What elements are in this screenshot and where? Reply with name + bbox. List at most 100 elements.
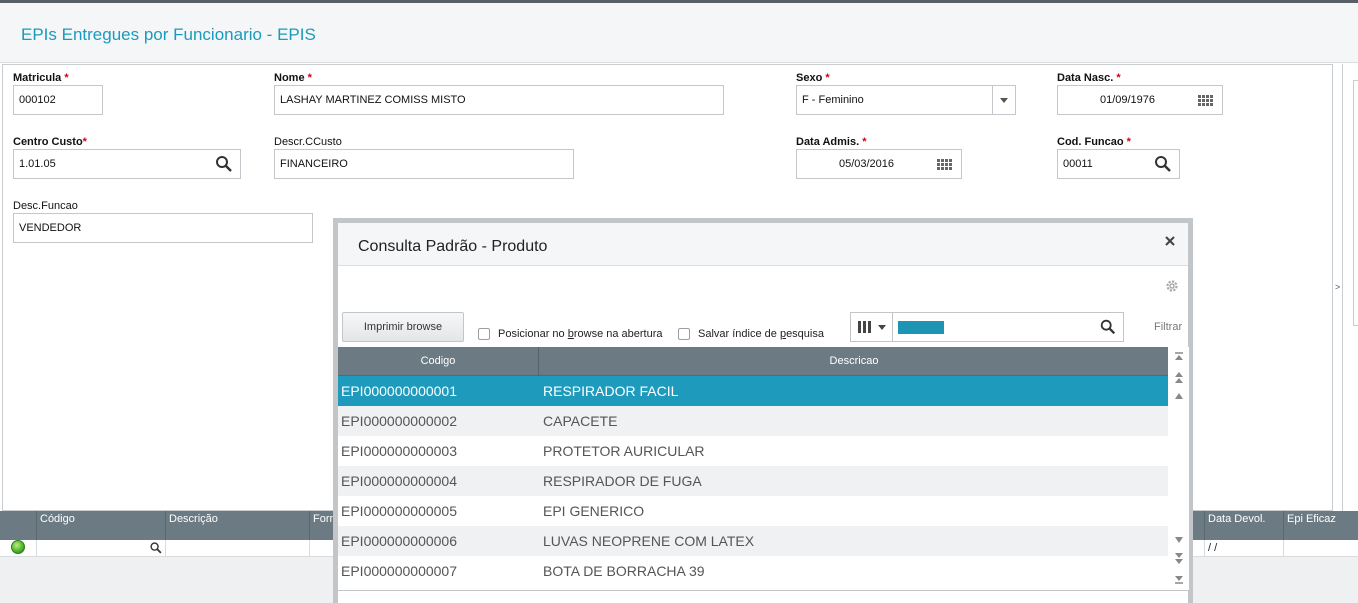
close-icon[interactable] [1162,233,1178,249]
grid-col-epi-eficaz[interactable]: Epi Eficaz [1283,511,1358,540]
page-title: EPIs Entregues por Funcionario - EPIS [21,25,316,44]
nome-field[interactable]: LASHAY MARTINEZ COMISS MISTO [274,85,724,115]
cod-funcao-label-text: Cod. Funcao [1057,136,1124,148]
scroll-up-icon[interactable] [1172,388,1186,404]
grid-col-codigo[interactable]: Código [36,511,165,540]
desc-funcao-value: VENDEDOR [19,222,82,234]
green-status-icon [11,540,25,554]
row-descricao: LUVAS NEOPRENE COM LATEX [543,533,755,549]
nome-value: LASHAY MARTINEZ COMISS MISTO [280,94,466,106]
search-icon[interactable] [1153,154,1173,174]
search-icon[interactable] [1099,318,1117,336]
data-admis-value: 05/03/2016 [838,158,895,170]
table-row[interactable]: EPI000000000006 LUVAS NEOPRENE COM LATEX [338,526,1168,556]
matricula-field[interactable]: 000102 [13,85,103,115]
search-icon[interactable] [149,541,163,555]
row-descricao: CAPACETE [543,413,618,429]
data-nasc-label-text: Data Nasc. [1057,72,1114,84]
scroll-page-down-icon[interactable] [1172,551,1186,567]
row-descricao: PROTETOR AURICULAR [543,443,705,459]
row-descricao: RESPIRADOR DE FUGA [543,473,702,489]
row-codigo: EPI000000000001 [341,383,457,399]
cod-funcao-value: 00011 [1063,158,1093,170]
calendar-icon[interactable] [935,155,955,175]
calendar-icon[interactable] [1196,91,1216,111]
cod-funcao-field[interactable]: 00011 [1057,149,1180,179]
posicionar-label-part: Posicionar no [498,328,568,340]
row-descricao: BOTA DE BORRACHA 39 [543,563,705,579]
consulta-padrao-dialog: Consulta Padrão - Produto Imprimir brows… [333,218,1193,603]
data-nasc-value: 01/09/1976 [1099,94,1156,106]
scroll-page-up-icon[interactable] [1172,369,1186,385]
matricula-value: 000102 [19,94,56,106]
row-descricao: EPI GENERICO [543,503,645,519]
table-row[interactable]: EPI000000000004 RESPIRADOR DE FUGA [338,466,1168,496]
required-mark: * [1116,72,1121,84]
table-bottom-border [338,590,1189,591]
posicionar-label-part: rowse na abertura [573,328,663,340]
required-mark: * [1126,136,1131,148]
gear-icon[interactable] [1164,278,1180,294]
collapse-panel-toggle[interactable]: > [1335,282,1340,292]
sexo-label: Sexo * [796,72,830,84]
required-mark: * [307,72,312,84]
scroll-top-icon[interactable] [1172,350,1186,366]
salvar-indice-checkbox[interactable] [678,328,690,340]
required-mark: * [82,136,87,148]
scroll-bottom-icon[interactable] [1172,570,1186,586]
descr-ccusto-label: Descr.CCusto [274,136,342,148]
results-table-header: Codigo Descricao [338,347,1168,376]
grid-cell-epi-eficaz[interactable] [1283,540,1358,557]
scroll-down-icon[interactable] [1172,532,1186,548]
table-scrollbar[interactable] [1169,347,1189,590]
print-browse-button[interactable]: Imprimir browse [342,312,464,342]
app-header: EPIs Entregues por Funcionario - EPIS [0,3,1358,63]
table-row[interactable]: EPI000000000007 BOTA DE BORRACHA 39 [338,556,1168,586]
col-header-descricao[interactable]: Descricao [540,347,1168,376]
centro-custo-value: 1.01.05 [19,158,56,170]
centro-custo-label-text: Centro Custo [13,136,83,148]
centro-custo-label: Centro Custo* [13,136,87,148]
posicionar-checkbox[interactable] [478,328,490,340]
row-codigo: EPI000000000006 [341,533,457,549]
grid-cell-data-devol[interactable]: / / [1204,540,1284,557]
desc-funcao-field[interactable]: VENDEDOR [13,213,313,243]
posicionar-checkbox-label[interactable]: Posicionar no browse na abertura [498,328,663,340]
data-admis-field[interactable]: 05/03/2016 [796,149,962,179]
grid-col-data-devol[interactable]: Data Devol. [1204,511,1284,540]
centro-custo-field[interactable]: 1.01.05 [13,149,241,179]
salvar-indice-checkbox-label[interactable]: Salvar índice de pesquisa [698,328,824,340]
row-codigo: EPI000000000007 [341,563,457,579]
chevron-down-icon[interactable] [992,86,1015,114]
row-codigo: EPI000000000003 [341,443,457,459]
matricula-label-text: Matricula [13,72,62,84]
dialog-title: Consulta Padrão - Produto [358,238,548,255]
sexo-select[interactable]: F - Feminino [796,85,1016,115]
matricula-label: Matricula * [13,72,69,84]
grid-cell-descricao[interactable] [165,540,309,557]
row-codigo: EPI000000000005 [341,503,457,519]
table-row[interactable]: EPI000000000001 RESPIRADOR FACIL [338,376,1168,406]
grid-col-descricao[interactable]: Descrição [165,511,309,540]
table-row[interactable]: EPI000000000002 CAPACETE [338,406,1168,436]
col-header-codigo[interactable]: Codigo [338,347,539,376]
salvar-label-part: esquisa [786,328,824,340]
data-nasc-field[interactable]: 01/09/1976 [1057,85,1223,115]
nome-label-text: Nome [274,72,305,84]
right-side-panel [1342,64,1358,511]
descr-ccusto-field[interactable]: FINANCEIRO [274,149,574,179]
grid-cell-codigo-lookup[interactable] [146,540,165,557]
search-input[interactable] [898,321,944,334]
grid-cell-codigo[interactable] [36,540,146,557]
column-selector-button[interactable] [851,313,893,341]
filter-link[interactable]: Filtrar [1154,321,1182,333]
data-admis-label-text: Data Admis. [796,136,860,148]
columns-icon [858,321,886,333]
table-row[interactable]: EPI000000000005 EPI GENERICO [338,496,1168,526]
search-icon[interactable] [214,154,234,174]
required-mark: * [64,72,69,84]
row-descricao: RESPIRADOR FACIL [543,383,679,399]
row-codigo: EPI000000000004 [341,473,457,489]
data-nasc-label: Data Nasc. * [1057,72,1121,84]
table-row[interactable]: EPI000000000003 PROTETOR AURICULAR [338,436,1168,466]
